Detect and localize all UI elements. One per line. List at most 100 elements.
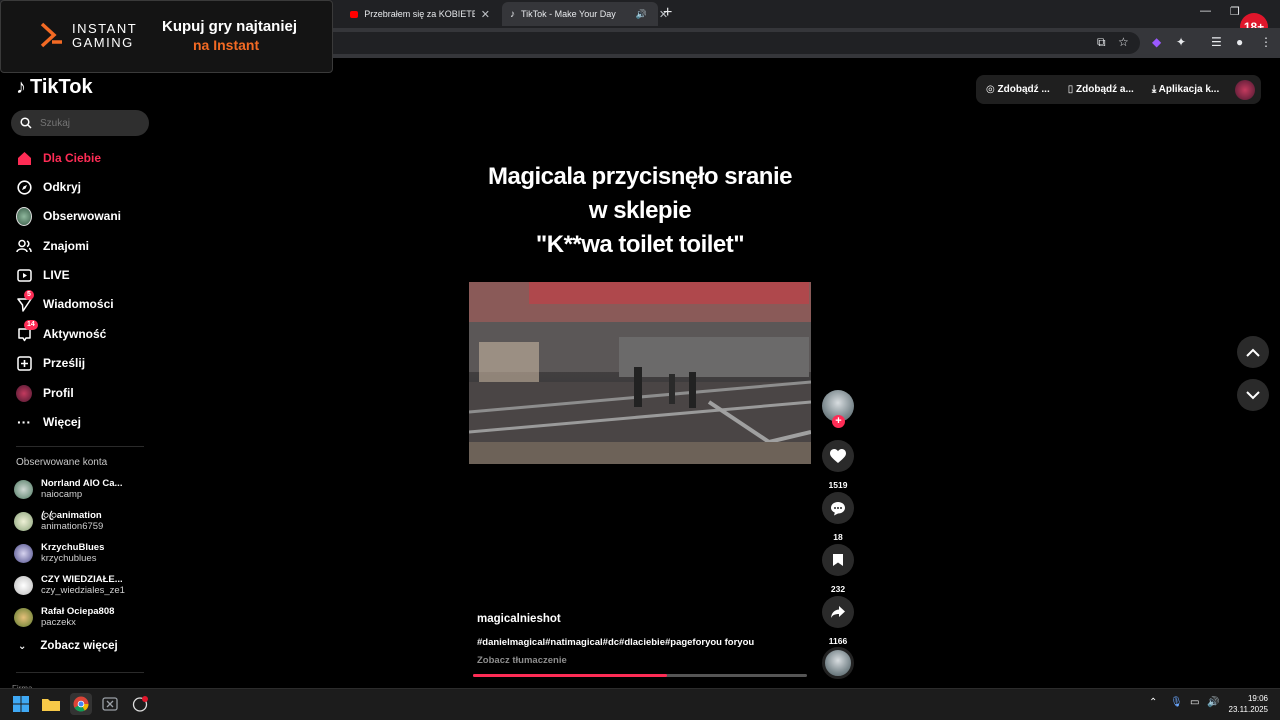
like-button[interactable]: 1519 <box>822 440 854 490</box>
get-app-button[interactable]: ▯ Zdobądź a... <box>1068 84 1134 95</box>
account-handle: naiocamp <box>41 489 83 500</box>
tiktok-note-icon: ♪ <box>16 76 26 98</box>
nav-more[interactable]: ··· Więcej <box>16 412 81 432</box>
follow-plus-button[interactable]: + <box>832 415 845 428</box>
menu-kebab-icon[interactable]: ⋮ <box>1260 35 1272 49</box>
share-button[interactable]: 1166 <box>822 596 854 646</box>
following-account[interactable]: KrzychuBlues krzychublues <box>14 542 104 564</box>
like-count: 1519 <box>828 480 848 490</box>
nav-friends[interactable]: Znajomi <box>16 236 89 256</box>
nav-live[interactable]: LIVE <box>16 265 70 285</box>
following-account[interactable]: Rafał Ociepa808 paczekx <box>14 606 114 628</box>
following-account[interactable]: CZY WIEDZIAŁE... czy_wiedziales_ze1 <box>14 574 125 596</box>
nav-upload[interactable]: Prześlij <box>16 353 85 373</box>
live-icon <box>16 267 32 283</box>
account-name: ꦿꦿanimation <box>41 510 102 521</box>
search-input[interactable] <box>40 117 140 129</box>
following-accounts-title: Obserwowane konta <box>16 457 108 468</box>
action-label: Zdobądź ... <box>997 84 1050 95</box>
nav-label: LIVE <box>43 268 70 282</box>
tab-title: TikTok - Make Your Day <box>521 9 616 19</box>
install-app-icon[interactable]: ⧉ <box>1097 35 1106 50</box>
minimize-button[interactable]: — <box>1200 5 1211 17</box>
ad-subline: na Instant <box>193 37 260 53</box>
nav-label: Więcej <box>43 415 81 429</box>
new-tab-button[interactable]: + <box>663 4 672 22</box>
microphone-icon[interactable]: 🎙 <box>1170 697 1183 708</box>
restore-button[interactable]: ❐ <box>1230 5 1240 18</box>
video-hashtags[interactable]: #danielmagical#natimagical#dc#dlaciebie#… <box>477 637 754 648</box>
following-account[interactable]: ꦿꦿanimation animation6759 <box>14 510 103 532</box>
youtube-icon <box>350 10 359 18</box>
comment-icon <box>822 492 854 524</box>
following-account[interactable]: Norrland AIO Ca... naiocamp <box>14 478 122 500</box>
bookmark-star-icon[interactable]: ☆ <box>1118 35 1129 49</box>
messages-count-badge: 5 <box>24 290 34 300</box>
nav-label: Obserwowani <box>43 209 122 223</box>
volume-icon[interactable]: 🔊 <box>1207 697 1219 708</box>
top-actions-bar: ◎ Zdobądź ... ▯ Zdobądź a... ⤓ Aplikacja… <box>976 75 1261 104</box>
network-icon[interactable]: ▭ <box>1190 697 1199 708</box>
close-tab-icon[interactable]: ✕ <box>481 8 490 21</box>
previous-video-button[interactable] <box>1237 336 1269 368</box>
nav-label: Odkryj <box>43 180 82 194</box>
show-hidden-icons-icon[interactable]: ⌃ <box>1149 697 1157 708</box>
next-video-button[interactable] <box>1237 379 1269 411</box>
nav-explore[interactable]: Odkryj <box>16 177 81 197</box>
caption-line: w sklepie <box>588 197 692 224</box>
nav-profile[interactable]: Profil <box>16 383 74 403</box>
reading-list-icon[interactable]: ☰ <box>1211 35 1222 49</box>
xbox-app-icon[interactable] <box>99 693 121 715</box>
profile-icon[interactable]: ● <box>1236 35 1243 49</box>
extension-icon[interactable]: ◆ <box>1152 35 1161 49</box>
compass-icon <box>16 179 32 195</box>
comment-count: 18 <box>833 532 843 542</box>
nav-following[interactable]: Obserwowani <box>16 206 121 226</box>
account-avatar <box>14 607 33 627</box>
video-player[interactable] <box>469 282 811 464</box>
tab-tiktok[interactable]: ♪ TikTok - Make Your Day 🔊 ✕ <box>502 2 668 26</box>
save-button[interactable]: 232 <box>822 544 854 594</box>
ad-brand-line2: GAMING <box>72 35 134 50</box>
file-explorer-icon[interactable] <box>40 693 62 715</box>
see-more-button[interactable]: ⌄ Zobacz więcej <box>18 640 118 652</box>
extensions-puzzle-icon[interactable]: ✦ <box>1176 35 1186 49</box>
tiktok-icon: ♪ <box>510 8 515 20</box>
friends-icon <box>16 238 32 254</box>
search-box[interactable] <box>11 110 149 136</box>
desktop-app-button[interactable]: ⤓ Aplikacja k... <box>1152 84 1219 95</box>
chevron-down-icon <box>1246 390 1260 399</box>
account-handle: czy_wiedziales_ze1 <box>41 585 125 596</box>
nav-activity[interactable]: 14 Aktywność <box>16 320 107 344</box>
app-notification-icon[interactable] <box>129 693 151 715</box>
chrome-icon[interactable] <box>70 693 92 715</box>
get-coins-button[interactable]: ◎ Zdobądź ... <box>986 84 1050 95</box>
user-avatar[interactable] <box>1235 79 1256 100</box>
caption-line: "K**wa toilet toilet" <box>535 231 745 258</box>
account-name: Rafał Ociepa808 <box>41 606 115 617</box>
tiktok-logo[interactable]: ♪ TikTok <box>16 76 93 99</box>
video-frame <box>469 282 811 464</box>
speaker-icon[interactable]: 🔊 <box>636 9 647 20</box>
messages-icon: 5 <box>16 290 34 312</box>
following-avatar-icon <box>16 206 32 226</box>
nav-label: Aktywność <box>43 327 107 341</box>
video-progress-bar[interactable] <box>473 674 807 677</box>
nav-label: Prześlij <box>43 356 86 370</box>
bookmark-icon <box>822 544 854 576</box>
nav-messages[interactable]: 5 Wiadomości <box>16 290 114 314</box>
account-name: KrzychuBlues <box>41 542 105 553</box>
system-clock[interactable]: 19:06 23.11.2025 <box>1224 693 1268 715</box>
heart-icon <box>822 440 854 472</box>
video-author[interactable]: magicalnieshot <box>477 613 561 625</box>
music-disc[interactable] <box>822 647 854 679</box>
nav-for-you[interactable]: Dla Ciebie <box>16 148 101 168</box>
save-count: 232 <box>830 584 846 594</box>
address-bar[interactable] <box>300 32 1140 54</box>
tab-youtube[interactable]: Przebrałem się za KOBIETĘ na S ✕ <box>342 2 498 26</box>
comment-button[interactable]: 18 <box>822 492 854 542</box>
account-avatar <box>14 511 33 531</box>
windows-start-icon[interactable] <box>10 693 32 715</box>
profile-avatar-icon <box>16 384 32 402</box>
see-translation-link[interactable]: Zobacz tłumaczenie <box>477 655 567 666</box>
